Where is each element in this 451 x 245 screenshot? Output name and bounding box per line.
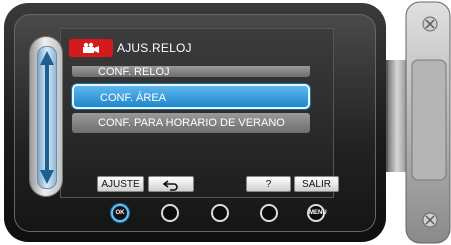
- menu-header: AJUS.RELOJ: [69, 38, 192, 58]
- help-button[interactable]: ?: [246, 176, 291, 192]
- hard-button-4[interactable]: [260, 204, 278, 222]
- adjust-button[interactable]: AJUSTE: [97, 176, 144, 192]
- menu-button[interactable]: MENU: [307, 204, 327, 222]
- hard-button-3[interactable]: [211, 204, 229, 222]
- slider-track[interactable]: [37, 46, 57, 189]
- menu-item-clock-setting[interactable]: CONF. RELOJ: [72, 66, 310, 77]
- touch-slider[interactable]: [30, 37, 62, 196]
- page-title: AJUS.RELOJ: [117, 41, 192, 55]
- back-button[interactable]: [148, 176, 194, 192]
- menu-item-area-setting[interactable]: CONF. ÁREA: [72, 84, 310, 109]
- return-arrow-icon: [162, 180, 178, 191]
- up-down-arrow-icon: [40, 51, 54, 184]
- menu-item-daylight-saving[interactable]: CONF. PARA HORARIO DE VERANO: [72, 113, 310, 133]
- video-camera-icon: [69, 39, 113, 57]
- ok-button[interactable]: OK: [111, 204, 129, 222]
- camera-hinge: [386, 1, 451, 244]
- exit-button[interactable]: SALIR: [294, 176, 339, 192]
- hard-button-2[interactable]: [161, 204, 179, 222]
